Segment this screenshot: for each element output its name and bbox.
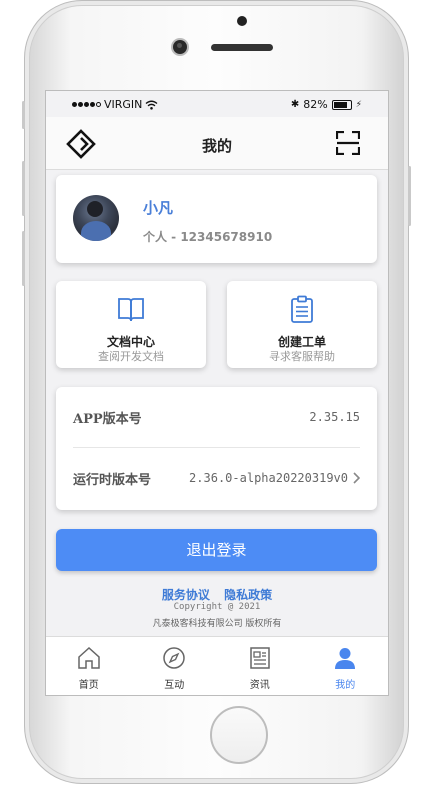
wifi-icon	[145, 100, 158, 110]
runtime-version-value-wrap: 2.36.0-alpha20220319v0	[189, 471, 360, 485]
docs-center-subtitle: 查阅开发文档	[98, 350, 164, 363]
service-agreement-link[interactable]: 服务协议	[162, 588, 210, 602]
avatar[interactable]	[73, 195, 119, 241]
tab-interact-label: 互动	[164, 680, 185, 691]
tab-mine-label: 我的	[335, 680, 356, 691]
version-card: APP版本号 2.35.15 运行时版本号 2.36.0-alpha202203…	[56, 387, 377, 510]
create-ticket-subtitle: 寻求客服帮助	[269, 350, 335, 363]
chevron-right-icon	[353, 472, 360, 484]
home-icon	[78, 646, 100, 669]
runtime-version-label: 运行时版本号	[73, 472, 152, 488]
tab-bar: 首页 互动 资讯 我的	[46, 636, 389, 695]
runtime-version-row[interactable]: 运行时版本号 2.36.0-alpha20220319v0	[73, 448, 360, 508]
tab-home-label: 首页	[78, 680, 99, 691]
carrier-label: VIRGIN	[104, 98, 143, 111]
docs-center-tile[interactable]: 文档中心 查阅开发文档	[56, 281, 206, 368]
power-button	[408, 166, 411, 226]
book-icon	[118, 298, 144, 322]
screen: VIRGIN ✱ 82% ⚡ 我的 小凡 个人 - 12345678910 文档…	[45, 90, 389, 696]
compass-icon	[163, 647, 185, 669]
privacy-policy-link[interactable]: 隐私政策	[224, 588, 272, 602]
status-bar: VIRGIN ✱ 82% ⚡	[46, 91, 388, 117]
user-icon	[335, 648, 356, 669]
app-version-value: 2.35.15	[309, 410, 360, 424]
proximity-sensor	[237, 16, 247, 26]
mute-switch	[22, 101, 25, 129]
app-version-label: APP版本号	[73, 411, 142, 427]
battery-percent: 82%	[303, 98, 328, 111]
company-text: 凡泰极客科技有限公司 版权所有	[152, 619, 282, 629]
tab-news-label: 资讯	[249, 680, 270, 691]
front-camera	[173, 40, 187, 54]
footer-links: 服务协议 隐私政策	[46, 586, 388, 603]
signal-icon	[72, 102, 101, 107]
nav-bar: 我的	[46, 117, 388, 170]
volume-down-button	[22, 231, 25, 286]
tab-mine[interactable]: 我的	[303, 637, 389, 695]
volume-up-button	[22, 161, 25, 216]
scan-icon[interactable]	[336, 131, 360, 155]
status-left: VIRGIN	[72, 98, 158, 111]
copyright-text: Copyright @ 2021	[173, 602, 261, 612]
bluetooth-icon: ✱	[290, 99, 300, 110]
app-version-row: APP版本号 2.35.15	[73, 387, 360, 448]
tab-home[interactable]: 首页	[46, 637, 132, 695]
runtime-version-value: 2.36.0-alpha20220319v0	[189, 471, 348, 485]
charging-icon: ⚡	[355, 99, 362, 110]
news-icon	[250, 647, 270, 669]
battery-icon	[331, 99, 352, 110]
status-right: ✱ 82% ⚡	[291, 98, 362, 111]
home-button[interactable]	[210, 706, 268, 764]
earpiece-speaker	[211, 44, 273, 51]
clipboard-icon	[291, 295, 313, 323]
logout-button[interactable]: 退出登录	[56, 529, 377, 571]
tab-interact[interactable]: 互动	[132, 637, 218, 695]
tab-news[interactable]: 资讯	[217, 637, 303, 695]
profile-name: 小凡	[143, 199, 174, 217]
profile-card[interactable]: 小凡 个人 - 12345678910	[56, 175, 377, 263]
profile-subtitle: 个人 - 12345678910	[143, 230, 273, 244]
create-ticket-tile[interactable]: 创建工单 寻求客服帮助	[227, 281, 377, 368]
